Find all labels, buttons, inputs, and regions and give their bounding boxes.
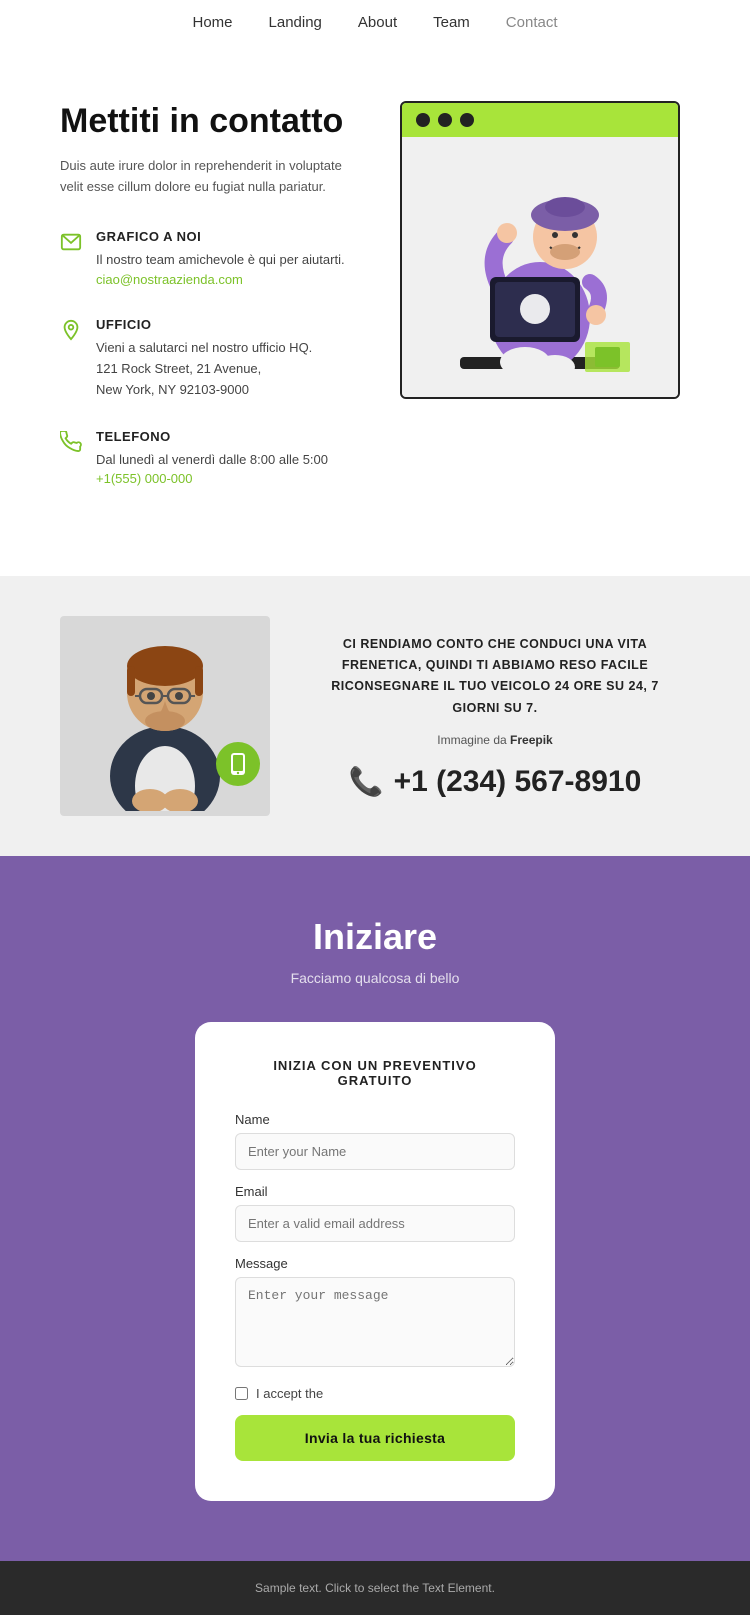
- message-form-group: Message: [235, 1256, 515, 1372]
- browser-body: [402, 137, 678, 397]
- person-illustration: [430, 147, 650, 397]
- iniziare-title: Iniziare: [40, 916, 710, 958]
- nav-about[interactable]: About: [358, 14, 397, 31]
- banner-image: [60, 616, 270, 816]
- form-card-title: INIZIA CON UN PREVENTIVO GRATUITO: [235, 1058, 515, 1088]
- name-label: Name: [235, 1112, 515, 1127]
- browser-dot-3: [460, 113, 474, 127]
- ufficio-text: Vieni a salutarci nel nostro ufficio HQ.: [96, 338, 312, 359]
- email-icon: [60, 231, 82, 253]
- mobile-icon: [226, 752, 250, 776]
- form-card: INIZIA CON UN PREVENTIVO GRATUITO Name E…: [195, 1022, 555, 1501]
- contact-title: Mettiti in contatto: [60, 101, 360, 142]
- contact-illustration: [400, 101, 690, 516]
- telefono-number-link[interactable]: +1(555) 000-000: [96, 471, 193, 486]
- ufficio-address2: New York, NY 92103-9000: [96, 380, 312, 401]
- grafico-text: Il nostro team amichevole è qui per aiut…: [96, 250, 345, 271]
- contact-item-grafico: GRAFICO A NOI Il nostro team amichevole …: [60, 229, 360, 289]
- contact-left: Mettiti in contatto Duis aute irure dolo…: [60, 101, 360, 516]
- checkbox-label: I accept the: [256, 1386, 323, 1401]
- banner-phone: 📞 +1 (234) 567-8910: [310, 765, 680, 799]
- banner-text: CI RENDIAMO CONTO CHE CONDUCI UNA VITA F…: [310, 634, 680, 719]
- contact-section: Mettiti in contatto Duis aute irure dolo…: [0, 41, 750, 576]
- banner-person: [60, 616, 270, 816]
- navigation: Home Landing About Team Contact: [0, 0, 750, 41]
- location-icon: [60, 319, 82, 341]
- submit-button[interactable]: Invia la tua richiesta: [235, 1415, 515, 1461]
- contact-description: Duis aute irure dolor in reprehenderit i…: [60, 156, 360, 198]
- browser-window: [400, 101, 680, 399]
- nav-landing[interactable]: Landing: [269, 14, 322, 31]
- message-textarea[interactable]: [235, 1277, 515, 1367]
- email-form-group: Email: [235, 1184, 515, 1242]
- iniziare-subtitle: Facciamo qualcosa di bello: [40, 970, 710, 986]
- iniziare-section: Iniziare Facciamo qualcosa di bello INIZ…: [0, 856, 750, 1561]
- man-illustration: [80, 621, 250, 811]
- banner-content: CI RENDIAMO CONTO CHE CONDUCI UNA VITA F…: [300, 624, 690, 809]
- accept-checkbox[interactable]: [235, 1387, 248, 1400]
- browser-dot-1: [416, 113, 430, 127]
- message-label: Message: [235, 1256, 515, 1271]
- footer: Sample text. Click to select the Text El…: [0, 1561, 750, 1615]
- name-input[interactable]: [235, 1133, 515, 1170]
- contact-item-telefono: TELEFONO Dal lunedì al venerdì dalle 8:0…: [60, 429, 360, 489]
- ufficio-address1: 121 Rock Street, 21 Avenue,: [96, 359, 312, 380]
- telefono-title: TELEFONO: [96, 429, 328, 444]
- checkbox-row: I accept the: [235, 1386, 515, 1401]
- banner-credit: Immagine da Freepik: [310, 733, 680, 747]
- telefono-hours: Dal lunedì al venerdì dalle 8:00 alle 5:…: [96, 450, 328, 471]
- contact-item-ufficio: UFFICIO Vieni a salutarci nel nostro uff…: [60, 317, 360, 400]
- banner-section: CI RENDIAMO CONTO CHE CONDUCI UNA VITA F…: [0, 576, 750, 856]
- name-form-group: Name: [235, 1112, 515, 1170]
- email-input[interactable]: [235, 1205, 515, 1242]
- browser-bar: [402, 103, 678, 137]
- phone-icon-green: 📞: [349, 765, 384, 798]
- ufficio-title: UFFICIO: [96, 317, 312, 332]
- nav-home[interactable]: Home: [193, 14, 233, 31]
- banner-phone-number: +1 (234) 567-8910: [394, 765, 642, 799]
- footer-text: Sample text. Click to select the Text El…: [255, 1581, 495, 1595]
- email-label: Email: [235, 1184, 515, 1199]
- grafico-email-link[interactable]: ciao@nostraazienda.com: [96, 272, 243, 287]
- grafico-title: GRAFICO A NOI: [96, 229, 345, 244]
- browser-dot-2: [438, 113, 452, 127]
- nav-contact[interactable]: Contact: [506, 14, 558, 31]
- phone-icon: [60, 431, 82, 453]
- nav-team[interactable]: Team: [433, 14, 470, 31]
